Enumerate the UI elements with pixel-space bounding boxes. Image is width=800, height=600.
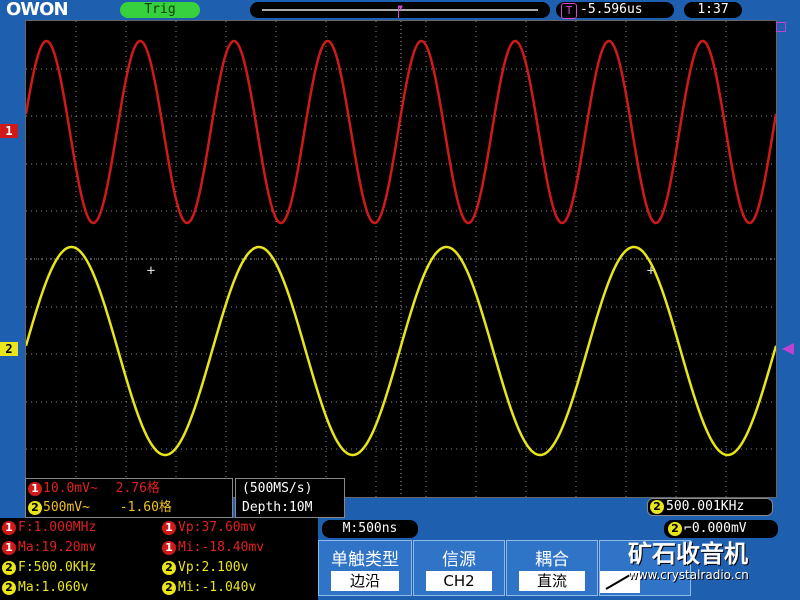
ch2-badge-icon: 2: [28, 500, 42, 515]
menu-coupling-value: 直流: [519, 571, 585, 591]
trigger-frequency-value: 500.001KHz: [666, 499, 745, 514]
measurement-value: Vp:2.100v: [178, 560, 249, 575]
menu-trigger-type-label: 单触类型: [331, 550, 399, 570]
rising-edge-icon: ⌐: [684, 521, 692, 536]
ch1-offset: 2.76格: [115, 481, 160, 496]
ch1-waveform: [26, 39, 776, 225]
trigger-corner-marker-icon: [776, 22, 786, 32]
menu-trigger-type-value: 边沿: [331, 571, 399, 591]
ch1-badge-icon: 1: [162, 540, 176, 555]
timebase-readout: M:500ns: [322, 520, 418, 538]
menu-trigger-type[interactable]: 单触类型 边沿: [318, 540, 412, 596]
ch2-badge-icon: 2: [668, 521, 682, 536]
measurement-item: 1 F:1.000MHz: [2, 518, 96, 538]
trigger-level-marker-icon[interactable]: [782, 343, 794, 355]
measurement-value: Ma:1.060v: [18, 580, 89, 595]
measurement-item: 1 Vp:37.60mv: [162, 518, 256, 538]
ch2-offset: -1.60格: [119, 500, 172, 515]
trigger-time-readout: T -5.596us: [556, 2, 674, 19]
ch1-scale: 10.0mV~: [43, 481, 98, 496]
measurement-item: 2 Mi:-1.040v: [162, 578, 256, 598]
memory-depth: Depth:10M: [242, 500, 313, 515]
measurement-value: F:1.000MHz: [18, 520, 97, 535]
waveform-display[interactable]: + +: [25, 20, 777, 498]
measurement-value: Mi:-1.040v: [178, 580, 257, 595]
ch2-settings-row: 2 500mV~ -1.60格: [28, 499, 172, 517]
sample-rate: (500MS/s): [242, 481, 313, 496]
ch2-badge-icon: 2: [2, 580, 16, 595]
measurement-item: 2 F:500.0KHz: [2, 558, 96, 578]
waveform-traces: [26, 39, 776, 457]
ch2-badge-icon: 2: [162, 560, 176, 575]
trigger-level-readout: 2 ⌐0.000mV: [664, 520, 778, 538]
trigger-status-badge: Trig: [120, 2, 200, 18]
ch1-badge-icon: 1: [2, 520, 16, 535]
trigger-position-icon: ▾: [397, 0, 405, 14]
trigger-frequency-readout: 2 500.001KHz: [647, 498, 773, 516]
ch2-position-marker[interactable]: 2: [0, 342, 18, 356]
trigger-time-icon: T: [561, 3, 577, 19]
measurement-value: Ma:19.20mv: [18, 540, 97, 555]
channel-settings-box: 1 10.0mV~ 2.76格 2 500mV~ -1.60格: [25, 478, 233, 518]
menu-source[interactable]: 信源 CH2: [413, 540, 505, 596]
measurement-item: 2 Vp:2.100v: [162, 558, 248, 578]
measurement-item: 1 Mi:-18.40mv: [162, 538, 264, 558]
trigger-time-value: -5.596us: [580, 2, 643, 17]
watermark-title: 矿石收音机: [628, 540, 748, 568]
memory-position-bar[interactable]: ▾: [250, 0, 550, 18]
measurement-item: 1 Ma:19.20mv: [2, 538, 96, 558]
ch1-badge-icon: 1: [2, 540, 16, 555]
ch1-position-marker[interactable]: 1: [0, 124, 18, 138]
measurement-value: Mi:-18.40mv: [178, 540, 265, 555]
watermark-logo: 矿石收音机 www.crystalradio.cn: [628, 540, 800, 600]
ch2-badge-icon: 2: [650, 499, 664, 514]
ch1-badge-icon: 1: [28, 481, 42, 496]
ch2-scale: 500mV~: [43, 500, 90, 515]
menu-source-value: CH2: [426, 571, 492, 591]
clock-display: 1:37: [684, 2, 742, 18]
brand-logo: OWON: [6, 0, 69, 20]
measurement-item: 2 Ma:1.060v: [2, 578, 88, 598]
ch2-badge-icon: 2: [162, 580, 176, 595]
measurement-value: Vp:37.60mv: [178, 520, 257, 535]
measurement-value: F:500.0KHz: [18, 560, 97, 575]
acquisition-box: (500MS/s) Depth:10M: [235, 478, 345, 518]
menu-coupling-label: 耦合: [535, 550, 569, 570]
measurement-panel: 1 F:1.000MHz 1 Vp:37.60mv 1 Ma:19.20mv 1 Mi:…: [0, 518, 318, 600]
ch1-badge-icon: 1: [162, 520, 176, 535]
watermark-url: www.crystalradio.cn: [628, 568, 749, 582]
menu-source-label: 信源: [442, 550, 476, 570]
ch1-settings-row: 1 10.0mV~ 2.76格: [28, 480, 160, 498]
ch2-badge-icon: 2: [2, 560, 16, 575]
trigger-level-value: 0.000mV: [691, 521, 747, 536]
menu-coupling[interactable]: 耦合 直流: [506, 540, 598, 596]
ch2-waveform: [26, 245, 776, 457]
